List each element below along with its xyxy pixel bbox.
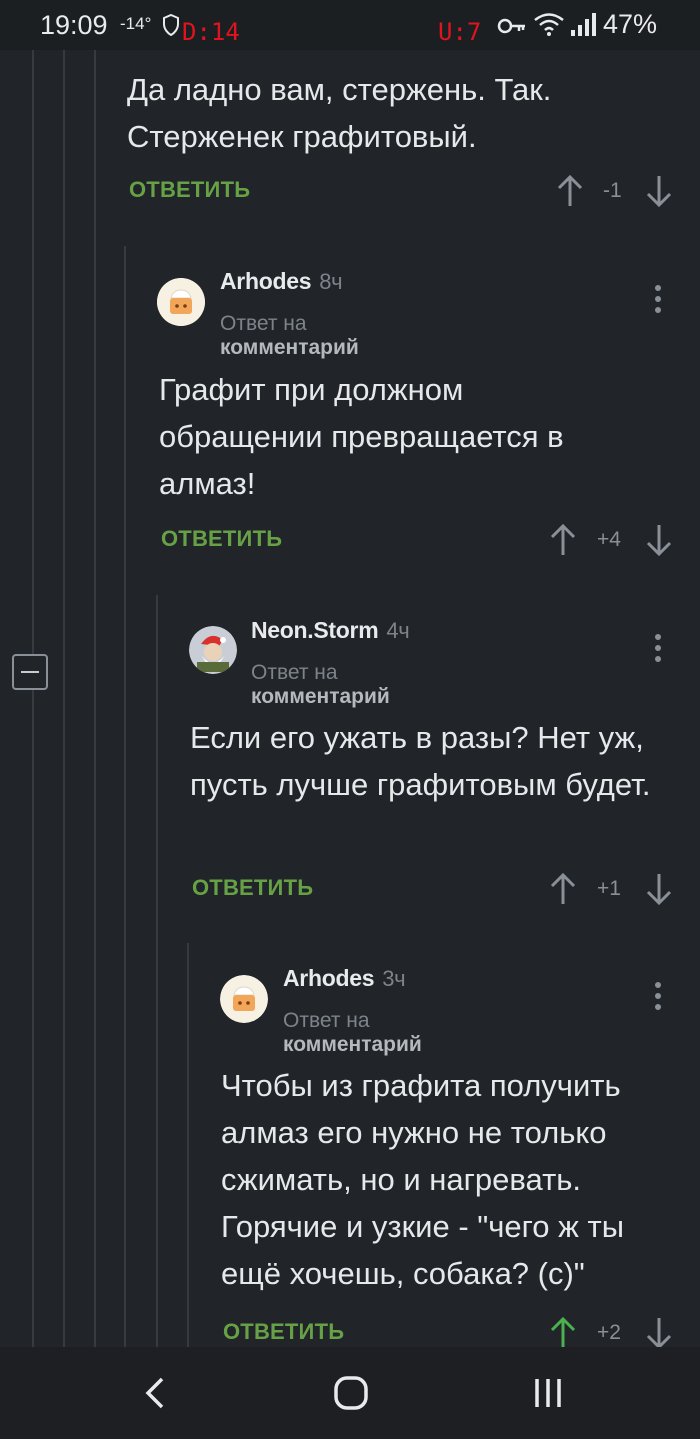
more-vertical-icon[interactable]	[653, 982, 663, 1016]
avatar[interactable]	[220, 975, 268, 1023]
more-vertical-icon[interactable]	[653, 634, 663, 668]
comment-time: 8ч	[319, 269, 343, 294]
key-icon	[497, 13, 527, 44]
comment-author[interactable]: Arhodes 8ч	[220, 268, 343, 295]
reply-button[interactable]: ОТВЕТИТЬ	[161, 526, 282, 552]
recents-icon[interactable]	[523, 1373, 573, 1413]
comment-author[interactable]: Arhodes 3ч	[283, 965, 406, 992]
comment-author[interactable]: Neon.Storm 4ч	[251, 617, 410, 644]
system-nav-bar	[0, 1347, 700, 1439]
status-bar: 19:09 -14° D:14 U:7 47%	[0, 0, 700, 50]
comment-body: Графит при должном обращении превращаетс…	[159, 372, 564, 501]
status-time: 19:09	[40, 10, 108, 40]
reply-button[interactable]: ОТВЕТИТЬ	[129, 177, 250, 203]
reply-to-line: Ответ на комментарий	[220, 312, 359, 360]
reply-button[interactable]: ОТВЕТИТЬ	[192, 875, 313, 901]
thread-line[interactable]	[94, 50, 96, 1350]
reply-button[interactable]: ОТВЕТИТЬ	[223, 1319, 344, 1345]
shield-icon	[162, 12, 180, 43]
signal-icon	[570, 13, 596, 44]
back-icon[interactable]	[130, 1373, 180, 1413]
comment-time: 4ч	[386, 618, 410, 643]
comment-body: Чтобы из графита получить алмаз его нужн…	[221, 1068, 624, 1291]
arrow-down-icon[interactable]	[646, 174, 672, 208]
collapse-icon[interactable]	[12, 654, 48, 690]
reply-to-line: Ответ на комментарий	[283, 1009, 422, 1057]
reply-to-link[interactable]: комментарий	[220, 336, 359, 359]
thread-line[interactable]	[187, 943, 189, 1350]
author-name[interactable]: Arhodes	[220, 268, 312, 294]
comment-body: Да ладно вам, стержень. Так. Стерженек г…	[127, 72, 552, 154]
thread-line[interactable]	[156, 595, 158, 1350]
comment-body: Если его ужать в разы? Нет уж, пусть луч…	[190, 720, 651, 802]
comment-score: +1	[597, 877, 621, 900]
thread-line[interactable]	[124, 246, 126, 1350]
status-temperature: -14°	[120, 14, 152, 33]
reply-prefix: Ответ на	[251, 661, 338, 684]
arrow-up-icon[interactable]	[557, 174, 583, 208]
arrow-down-icon[interactable]	[646, 872, 672, 906]
debug-d-counter: D:14	[182, 18, 240, 46]
comment-score: -1	[603, 179, 622, 202]
home-icon[interactable]	[326, 1373, 376, 1413]
author-name[interactable]: Arhodes	[283, 965, 375, 991]
comment-score: +2	[597, 1321, 621, 1344]
debug-u-counter: U:7	[438, 18, 482, 46]
more-vertical-icon[interactable]	[653, 285, 663, 319]
thread-line[interactable]	[32, 50, 34, 1350]
reply-to-line: Ответ на комментарий	[251, 661, 390, 709]
reply-prefix: Ответ на	[220, 312, 307, 335]
arrow-up-icon[interactable]	[550, 1316, 576, 1350]
author-name[interactable]: Neon.Storm	[251, 617, 379, 643]
comment-score: +4	[597, 528, 621, 551]
thread-line[interactable]	[63, 50, 65, 1350]
arrow-up-icon[interactable]	[550, 523, 576, 557]
arrow-down-icon[interactable]	[646, 1316, 672, 1350]
arrow-down-icon[interactable]	[646, 523, 672, 557]
wifi-icon	[533, 12, 565, 43]
arrow-up-icon[interactable]	[550, 872, 576, 906]
reply-to-link[interactable]: комментарий	[251, 685, 390, 708]
avatar[interactable]	[189, 626, 237, 674]
battery-percent: 47%	[603, 9, 658, 39]
comment-time: 3ч	[382, 966, 406, 991]
reply-prefix: Ответ на	[283, 1009, 370, 1032]
reply-to-link[interactable]: комментарий	[283, 1033, 422, 1056]
avatar[interactable]	[157, 278, 205, 326]
